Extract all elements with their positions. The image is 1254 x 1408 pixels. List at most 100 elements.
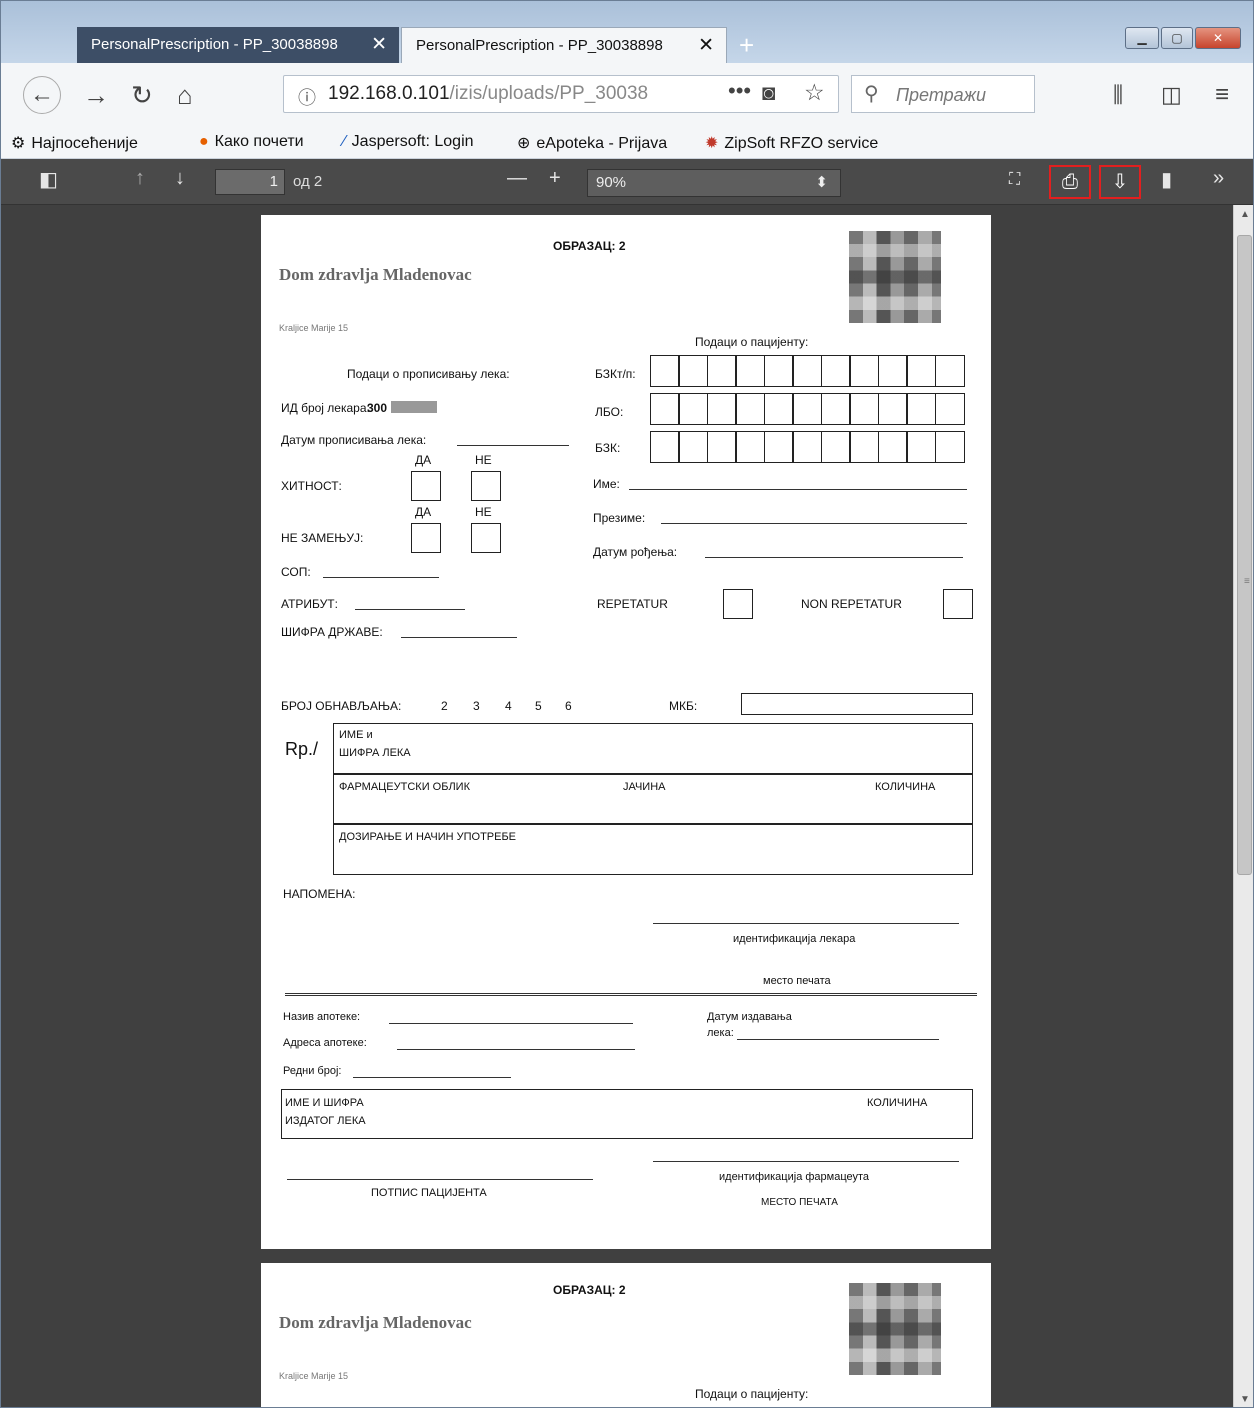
sidebar-toggle-icon[interactable]: ◧ (39, 167, 58, 192)
name-line (629, 489, 967, 490)
reload-icon[interactable]: ↻ (131, 63, 153, 127)
scroll-down-icon[interactable]: ▼ (1240, 1394, 1250, 1405)
issue-date-label-2: лека: (707, 1027, 734, 1039)
pharmacy-address-line (397, 1049, 635, 1050)
country-code-label: ШИФРА ДРЖАВЕ: (281, 625, 383, 639)
strength-label: ЈАЧИНА (623, 781, 666, 793)
mkb-box[interactable] (741, 693, 973, 715)
search-input[interactable]: ⚲ Претражи (851, 75, 1035, 113)
firefox-icon: ● (199, 133, 209, 150)
tab-strip: PersonalPrescription - PP_30038898 ✕ Per… (1, 1, 1253, 63)
zoom-select[interactable]: 90% ⬍ (587, 169, 841, 197)
renewal-option[interactable]: 2 (441, 699, 448, 713)
redacted-block (391, 401, 437, 413)
patient-section-label: Подаци о пацијенту: (695, 335, 809, 349)
zoom-in-icon[interactable]: + (549, 167, 561, 190)
print-icon[interactable]: ⎙ (1049, 165, 1091, 199)
zoom-out-icon[interactable]: — (507, 167, 527, 190)
no-substitute-yes-box[interactable] (411, 523, 441, 553)
drug-name-label: ИМЕ и (339, 729, 373, 741)
urgency-yes-box[interactable] (411, 471, 441, 501)
qr-code (849, 1283, 941, 1375)
back-arrow-icon[interactable]: ← (23, 76, 61, 114)
serial-line (353, 1077, 511, 1078)
urgency-no-box[interactable] (471, 471, 501, 501)
bookmark-star-icon[interactable]: ☆ (804, 79, 825, 106)
info-icon[interactable]: ⓘ (298, 84, 316, 110)
bookmark-zipsoft[interactable]: ✹ ZipSoft RFZO service (705, 133, 878, 153)
sidebar-icon[interactable]: ◫ (1161, 63, 1182, 127)
no-label: НЕ (475, 505, 492, 519)
yes-label: ДА (415, 505, 432, 519)
bzk-tp-boxes[interactable] (649, 355, 965, 387)
issued-quantity-label: КОЛИЧИНА (867, 1097, 928, 1109)
issue-date-line (737, 1039, 939, 1040)
issue-date-label: Датум издавања (707, 1011, 792, 1023)
scroll-thumb[interactable]: ≡ (1237, 235, 1252, 875)
globe-icon: ⊕ (517, 135, 531, 152)
download-icon[interactable]: ⇩ (1099, 165, 1141, 199)
patient-section-label: Подаци о пацијенту: (695, 1387, 809, 1401)
attribute-line (355, 609, 465, 610)
drug-name-box (333, 723, 973, 775)
pharmacy-address-label: Адреса апотеке: (283, 1037, 367, 1049)
institution-name: Dom zdravlja Mladenovac (279, 265, 472, 284)
serial-label: Редни број: (283, 1065, 342, 1077)
tab-inactive[interactable]: PersonalPrescription - PP_30038898 ✕ (77, 27, 399, 63)
pharmacist-ident-label: идентификација фармацеута (719, 1171, 870, 1183)
tab-close-icon[interactable]: ✕ (371, 27, 387, 63)
bookmark-most-visited[interactable]: ⚙ Најпосећеније (11, 133, 138, 153)
renewal-option[interactable]: 5 (535, 699, 542, 713)
form-title: ОБРАЗАЦ: 2 (553, 239, 626, 253)
bookmark-icon[interactable]: ▮ (1161, 167, 1172, 192)
non-repetatur-box[interactable] (943, 589, 973, 619)
bookmark-getting-started[interactable]: ● Како почети (199, 133, 304, 151)
lbo-boxes[interactable] (649, 393, 965, 425)
no-substitute-no-box[interactable] (471, 523, 501, 553)
renewal-option[interactable]: 4 (505, 699, 512, 713)
grip-icon: ≡ (1244, 576, 1250, 587)
tab-close-icon[interactable]: ✕ (698, 28, 714, 63)
repetatur-box[interactable] (723, 589, 753, 619)
close-window-icon[interactable]: ✕ (1195, 27, 1241, 49)
url-path: /izis/uploads/PP_30038 (449, 83, 649, 104)
no-substitute-label: НЕ ЗАМЕЊУЈ: (281, 531, 364, 545)
bookmark-jaspersoft[interactable]: ⁄ Jaspersoft: Login (343, 133, 474, 151)
next-page-icon[interactable]: ↓ (175, 167, 185, 190)
address-bar[interactable]: ⓘ 192.168.0.101/izis/uploads/PP_30038 ••… (283, 75, 839, 113)
renewal-option[interactable]: 3 (473, 699, 480, 713)
bzk-boxes[interactable] (649, 431, 965, 463)
zoom-value: 90% (596, 174, 627, 191)
renewal-option[interactable]: 6 (565, 699, 572, 713)
surname-label: Презиме: (593, 511, 646, 525)
scrollbar[interactable]: ▲ ≡ ▼ (1233, 205, 1253, 1407)
maximize-icon[interactable]: ▢ (1161, 27, 1193, 49)
scroll-up-icon[interactable]: ▲ (1240, 209, 1250, 220)
tools-chevron-icon[interactable]: » (1213, 167, 1224, 190)
new-tab-button[interactable]: + (739, 27, 754, 63)
minimize-icon[interactable]: ▁ (1125, 27, 1159, 49)
doctor-id-label: ИД број лекара: (281, 401, 370, 415)
no-label: НЕ (475, 453, 492, 467)
search-placeholder: Претражи (896, 85, 987, 105)
issued-drug-label: ИМЕ И ШИФРА (285, 1097, 364, 1109)
presentation-mode-icon[interactable]: ⛶ (1009, 171, 1020, 189)
repetatur-label: REPETATUR (597, 597, 668, 611)
bookmark-eapoteka[interactable]: ⊕ eApoteka - Prijava (517, 133, 667, 153)
library-icon[interactable]: ⫼ (1113, 63, 1123, 127)
chevron-updown-icon: ⬍ (815, 174, 828, 191)
pocket-icon[interactable]: ◙ (762, 80, 775, 106)
page-actions-icon[interactable]: ••• (728, 78, 751, 104)
sop-label: СОП: (281, 565, 311, 579)
tab-active[interactable]: PersonalPrescription - PP_30038898 ✕ (401, 27, 727, 63)
page-number-input[interactable]: 1 (215, 169, 285, 195)
attribute-label: АТРИБУТ: (281, 597, 338, 611)
previous-page-icon[interactable]: ↑ (135, 167, 145, 190)
institution-address: Kraljice Marije 15 (279, 1371, 349, 1381)
home-icon[interactable]: ⌂ (177, 63, 193, 127)
patient-sign-line (287, 1179, 593, 1180)
quantity-label: КОЛИЧИНА (875, 781, 936, 793)
forward-arrow-icon[interactable]: → (83, 63, 109, 127)
hamburger-menu-icon[interactable]: ≡ (1215, 63, 1229, 127)
pharmacy-name-line (389, 1023, 633, 1024)
